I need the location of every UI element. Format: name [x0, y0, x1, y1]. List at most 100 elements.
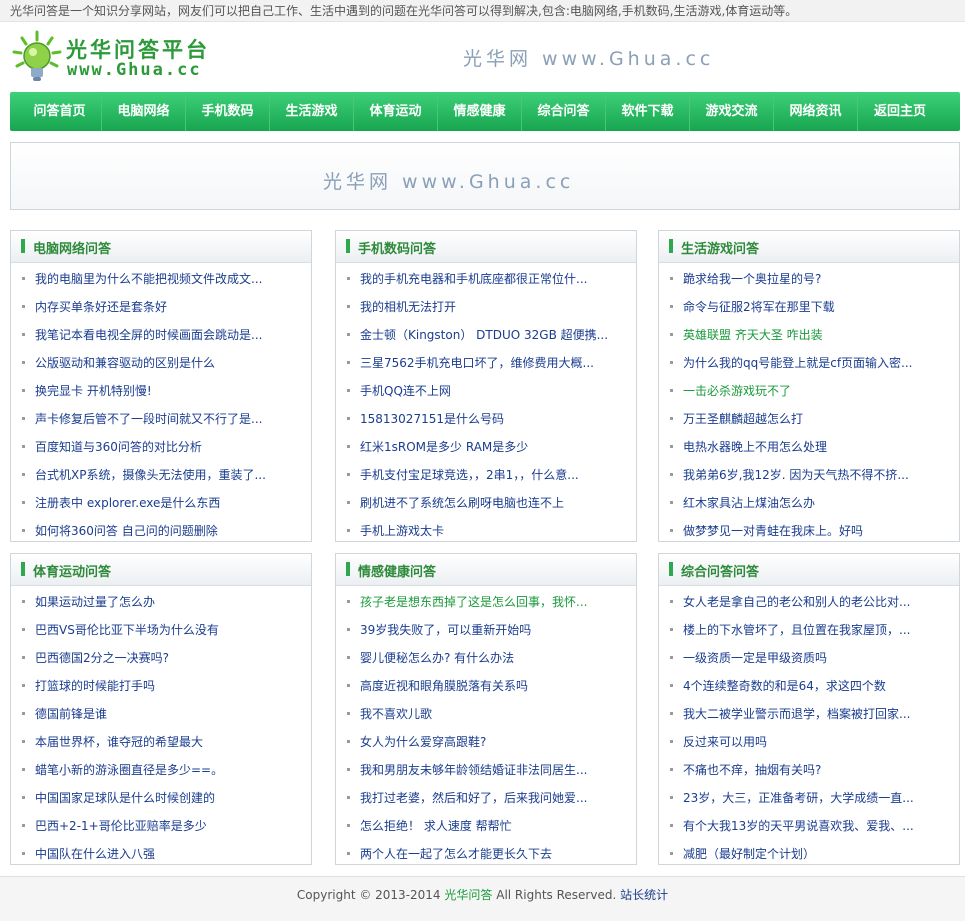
bullet-icon: [670, 389, 673, 392]
nav-item-general-qa[interactable]: 综合问答: [522, 92, 606, 131]
nav-item-home[interactable]: 问答首页: [18, 92, 102, 131]
question-link[interactable]: 德国前锋是谁: [35, 707, 107, 721]
question-link[interactable]: 不痛也不痒，抽烟有关吗?: [683, 763, 821, 777]
question-link[interactable]: 楼上的下水管坏了，且位置在我家屋顶，...: [683, 623, 910, 637]
question-link[interactable]: 电热水器晚上不用怎么处理: [683, 440, 827, 454]
question-link[interactable]: 做梦梦见一对青蛙在我床上。好吗: [683, 524, 863, 538]
bullet-icon: [22, 740, 25, 743]
question-link[interactable]: 如何将360问答 自己问的问题删除: [35, 524, 218, 538]
lightbulb-logo-icon[interactable]: [12, 30, 62, 84]
panel-title[interactable]: 生活游戏问答: [681, 238, 759, 257]
question-link[interactable]: 英雄联盟 齐天大圣 咋出装: [683, 328, 823, 342]
question-link[interactable]: 我的电脑里为什么不能把视频文件改成文...: [35, 272, 262, 286]
question-link[interactable]: 跪求给我一个奥拉星的号?: [683, 272, 821, 286]
question-link[interactable]: 4个连续整奇数的和是64，求这四个数: [683, 679, 886, 693]
question-link[interactable]: 巴西VS哥伦比亚下半场为什么没有: [35, 623, 219, 637]
question-link[interactable]: 反过来可以用吗: [683, 735, 767, 749]
footer-site-link[interactable]: 光华问答: [444, 888, 492, 902]
list-item: 百度知道与360问答的对比分析: [11, 433, 311, 461]
bullet-icon: [347, 628, 350, 631]
list-item: 我笔记本看电视全屏的时候画面会跳动是...: [11, 321, 311, 349]
question-link[interactable]: 减肥（最好制定个计划）: [683, 847, 815, 861]
panel-title[interactable]: 综合问答问答: [681, 561, 759, 580]
question-link[interactable]: 怎么拒绝！ 求人速度 帮帮忙: [360, 819, 512, 833]
question-link[interactable]: 23岁，大三，正准备考研，大学成绩一直...: [683, 791, 914, 805]
question-link[interactable]: 台式机XP系统，摄像头无法使用，重装了...: [35, 468, 266, 482]
question-link[interactable]: 百度知道与360问答的对比分析: [35, 440, 202, 454]
bullet-icon: [347, 333, 350, 336]
panel-title[interactable]: 手机数码问答: [358, 238, 436, 257]
question-link[interactable]: 本届世界杯，谁夺冠的希望最大: [35, 735, 203, 749]
panel-title[interactable]: 电脑网络问答: [33, 238, 111, 257]
panel-accent-bar: [21, 239, 25, 253]
nav-item-web-news[interactable]: 网络资讯: [774, 92, 858, 131]
question-link[interactable]: 红米1sROM是多少 RAM是多少: [360, 440, 528, 454]
question-link[interactable]: 万王圣麒麟超越怎么打: [683, 412, 803, 426]
panel-header: 情感健康问答: [336, 554, 636, 586]
question-link[interactable]: 命令与征服2将军在那里下载: [683, 300, 835, 314]
list-item: 万王圣麒麟超越怎么打: [659, 405, 959, 433]
question-link[interactable]: 两个人在一起了怎么才能更长久下去: [360, 847, 552, 861]
question-link[interactable]: 公版驱动和兼容驱动的区别是什么: [35, 356, 215, 370]
question-link[interactable]: 我的相机无法打开: [360, 300, 456, 314]
question-link[interactable]: 女人老是拿自己的老公和别人的老公比对...: [683, 595, 910, 609]
bullet-icon: [670, 684, 673, 687]
question-link[interactable]: 我和男朋友未够年龄领结婚证非法同居生...: [360, 763, 587, 777]
nav-item-computer-network[interactable]: 电脑网络: [102, 92, 186, 131]
question-link[interactable]: 孩子老是想东西掉了这是怎么回事，我怀...: [360, 595, 587, 609]
question-link[interactable]: 15813027151是什么号码: [360, 412, 504, 426]
question-link[interactable]: 巴西德国2分之一决赛吗?: [35, 651, 169, 665]
question-link[interactable]: 手机上游戏太卡: [360, 524, 444, 538]
question-link[interactable]: 内存买单条好还是套条好: [35, 300, 167, 314]
list-item: 注册表中 explorer.exe是什么东西: [11, 489, 311, 517]
bullet-icon: [22, 600, 25, 603]
question-link[interactable]: 注册表中 explorer.exe是什么东西: [35, 496, 220, 510]
nav-item-back-home[interactable]: 返回主页: [858, 92, 942, 131]
bullet-icon: [347, 600, 350, 603]
nav-item-emotion-health[interactable]: 情感健康: [438, 92, 522, 131]
question-link[interactable]: 手机QQ连不上网: [360, 384, 451, 398]
question-link[interactable]: 三星7562手机充电口坏了，维修费用大概...: [360, 356, 594, 370]
nav-item-game-exchange[interactable]: 游戏交流: [690, 92, 774, 131]
nav-item-mobile-digital[interactable]: 手机数码: [186, 92, 270, 131]
stats-link[interactable]: 站长统计: [620, 888, 668, 902]
panel-title[interactable]: 体育运动问答: [33, 561, 111, 580]
bullet-icon: [22, 501, 25, 504]
question-link[interactable]: 一击必杀游戏玩不了: [683, 384, 791, 398]
list-item: 我的电脑里为什么不能把视频文件改成文...: [11, 265, 311, 293]
nav-item-software-download[interactable]: 软件下载: [606, 92, 690, 131]
question-link[interactable]: 红木家具沾上煤油怎么办: [683, 496, 815, 510]
bullet-icon: [22, 445, 25, 448]
question-link[interactable]: 巴西+2-1+哥伦比亚赔率是多少: [35, 819, 207, 833]
panel-title[interactable]: 情感健康问答: [358, 561, 436, 580]
question-link[interactable]: 女人为什么爱穿高跟鞋?: [360, 735, 486, 749]
rights-text: All Rights Reserved.: [496, 888, 617, 902]
question-link[interactable]: 中国国家足球队是什么时候创建的: [35, 791, 215, 805]
question-link[interactable]: 如果运动过量了怎么办: [35, 595, 155, 609]
question-link[interactable]: 有个大我13岁的天平男说喜欢我、爱我、...: [683, 819, 914, 833]
bullet-icon: [347, 417, 350, 420]
question-link[interactable]: 我弟弟6岁,我12岁. 因为天气热不得不挤...: [683, 468, 909, 482]
question-link[interactable]: 我笔记本看电视全屏的时候画面会跳动是...: [35, 328, 262, 342]
list-item: 孩子老是想东西掉了这是怎么回事，我怀...: [336, 588, 636, 616]
question-link[interactable]: 我不喜欢儿歌: [360, 707, 432, 721]
question-link[interactable]: 为什么我的qq号能登上就是cf页面输入密...: [683, 356, 913, 370]
question-link[interactable]: 我大二被学业警示而退学，档案被打回家...: [683, 707, 910, 721]
question-link[interactable]: 手机支付宝足球竞选，，2串1，，什么意...: [360, 468, 579, 482]
logo-domain[interactable]: www.Ghua.cc: [67, 60, 202, 80]
question-link[interactable]: 我的手机充电器和手机底座都很正常位什...: [360, 272, 587, 286]
question-link[interactable]: 蜡笔小新的游泳圈直径是多少==。: [35, 763, 223, 777]
question-link[interactable]: 39岁我失败了，可以重新开始吗: [360, 623, 531, 637]
question-link[interactable]: 婴儿便秘怎么办? 有什么办法: [360, 651, 514, 665]
question-link[interactable]: 高度近视和眼角膜脱落有关系吗: [360, 679, 528, 693]
nav-item-life-games[interactable]: 生活游戏: [270, 92, 354, 131]
question-link[interactable]: 打篮球的时候能打手吗: [35, 679, 155, 693]
nav-item-sports[interactable]: 体育运动: [354, 92, 438, 131]
question-link[interactable]: 换完显卡 开机特别慢!: [35, 384, 152, 398]
question-link[interactable]: 刷机进不了系统怎么刷呀电脑也连不上: [360, 496, 564, 510]
question-link[interactable]: 中国队在什么进入八强: [35, 847, 155, 861]
question-link[interactable]: 我打过老婆，然后和好了，后来我问她爱...: [360, 791, 587, 805]
question-link[interactable]: 金士顿（Kingston） DTDUO 32GB 超便携...: [360, 328, 608, 342]
question-link[interactable]: 声卡修复后管不了一段时间就又不行了是...: [35, 412, 262, 426]
question-link[interactable]: 一级资质一定是甲级资质吗: [683, 651, 827, 665]
